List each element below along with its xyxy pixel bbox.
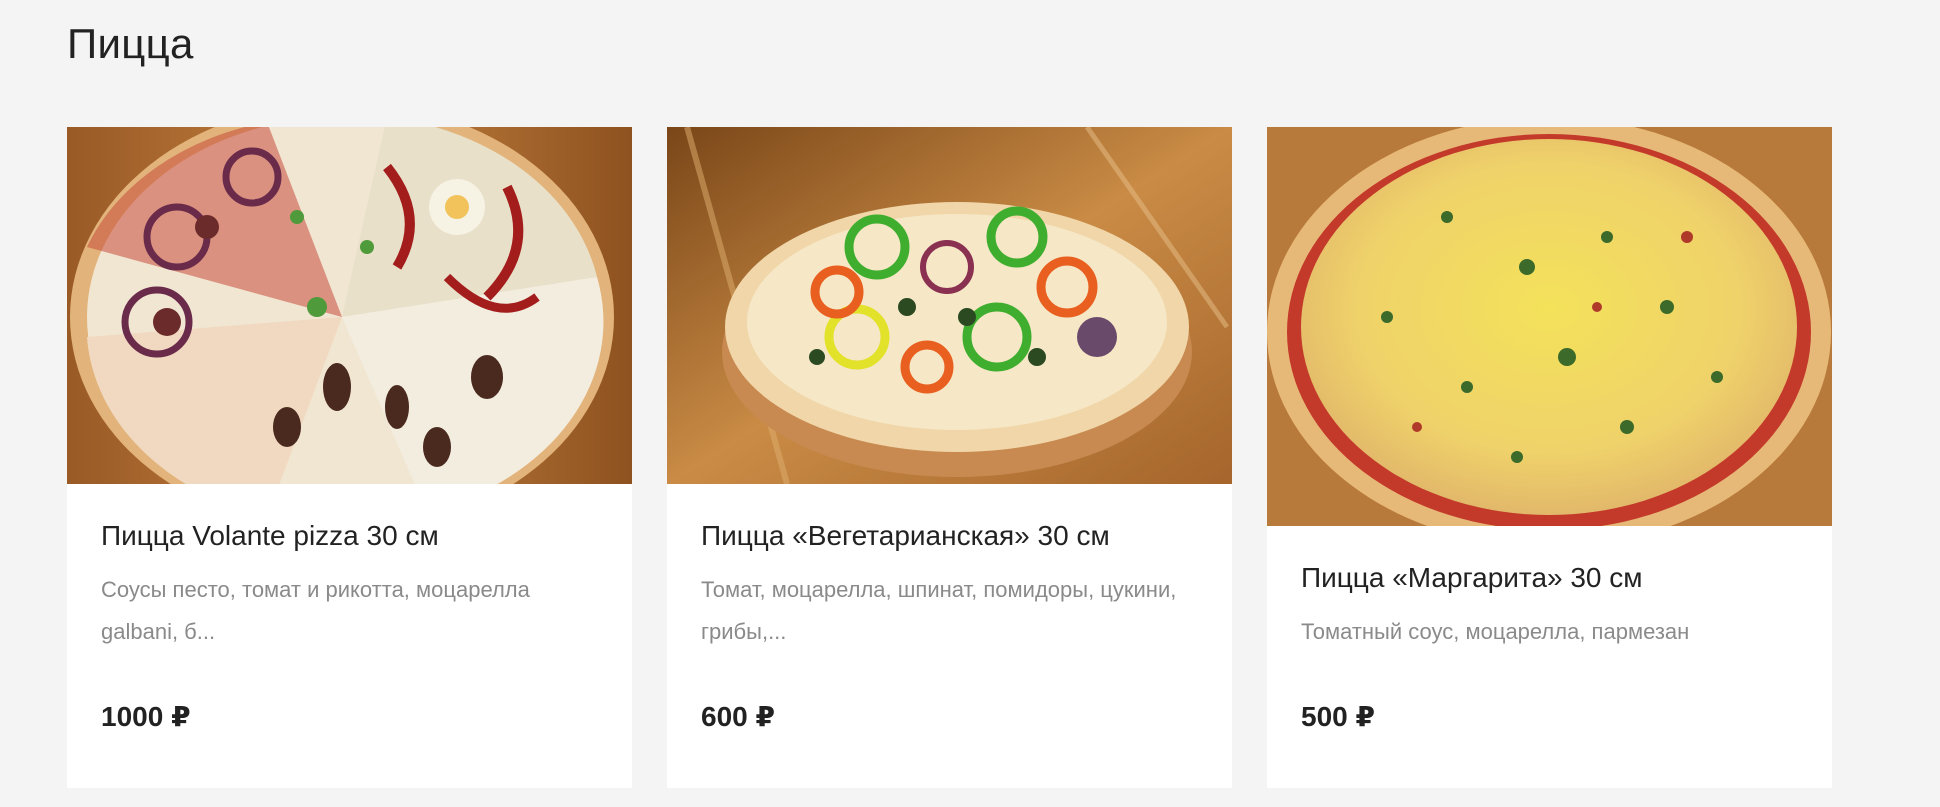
product-name[interactable]: Пицца Volante pizza 30 см (101, 519, 598, 553)
product-image[interactable] (67, 127, 632, 484)
product-description: Соусы песто, томат и рикотта, моцарелла … (101, 577, 530, 644)
pizza-vegetarian-photo (667, 127, 1232, 484)
product-info: Пицца «Вегетарианская» 30 см Томат, моца… (701, 519, 1198, 653)
product-description: Томатный соус, моцарелла, пармезан (1301, 619, 1690, 644)
product-info: Пицца «Маргарита» 30 см Томатный соус, м… (1301, 561, 1798, 653)
pizza-volante-photo (67, 127, 632, 484)
product-image[interactable] (1267, 127, 1832, 526)
menu-page: Пицца Пицца Volante pizza 30 см Соусы пе… (0, 0, 1940, 807)
product-info: Пицца Volante pizza 30 см Соусы песто, т… (101, 519, 598, 653)
product-card-volante[interactable]: Пицца Volante pizza 30 см Соусы песто, т… (67, 127, 632, 788)
product-price: 500 ₽ (1301, 701, 1375, 732)
pizza-margherita-photo (1267, 127, 1832, 526)
product-card-margherita[interactable]: Пицца «Маргарита» 30 см Томатный соус, м… (1267, 127, 1832, 788)
product-card-vegetarian[interactable]: Пицца «Вегетарианская» 30 см Томат, моца… (667, 127, 1232, 788)
product-name[interactable]: Пицца «Маргарита» 30 см (1301, 561, 1798, 595)
product-price: 600 ₽ (701, 701, 775, 732)
section-title: Пицца (67, 20, 194, 67)
product-name[interactable]: Пицца «Вегетарианская» 30 см (701, 519, 1198, 553)
product-image[interactable] (667, 127, 1232, 484)
product-description: Томат, моцарелла, шпинат, помидоры, цуки… (701, 577, 1177, 644)
product-price: 1000 ₽ (101, 701, 191, 732)
